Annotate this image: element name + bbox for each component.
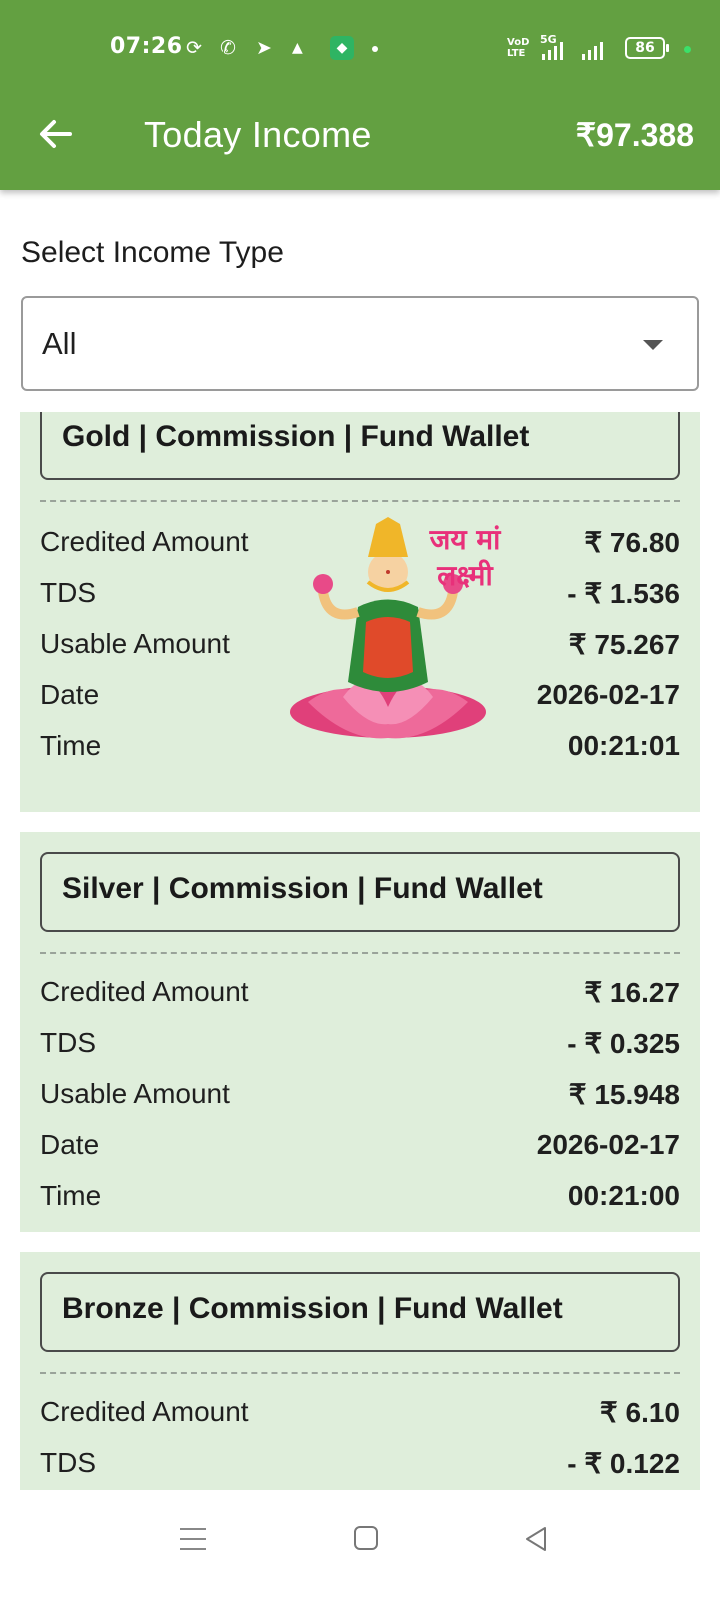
date-row: Date 2026-02-17 [40,1129,680,1160]
battery-icon: 86 [625,37,669,59]
credited-amount-row: Credited Amount ₹ 16.27 [40,976,680,1008]
volte-indicator: VoD LTE [507,37,530,59]
time-row: Time 00:21:01 [40,730,680,761]
back-triangle-icon[interactable] [523,1526,549,1552]
income-card: Silver | Commission | Fund Wallet Credit… [20,832,700,1232]
income-type-dropdown[interactable]: All [21,296,699,391]
income-card-title: Gold | Commission | Fund Wallet [62,420,530,453]
credited-amount-row: Credited Amount ₹ 6.10 [40,1396,680,1428]
date-row: Date 2026-02-17 [40,679,680,710]
whatsapp-icon: ✆ [220,37,236,59]
divider [40,952,680,954]
income-list[interactable]: Gold | Commission | Fund Wallet जय मां ल… [0,412,720,1490]
income-type-label: Select Income Type [21,236,284,269]
recent-apps-icon[interactable] [180,1526,206,1552]
page-title: Today Income [144,114,372,155]
home-icon[interactable] [354,1526,378,1550]
triangle-app-icon: ▲ [292,40,303,56]
sync-icon: ⟳ [186,37,202,59]
chevron-down-icon [643,340,663,350]
income-type-selected: All [42,326,77,361]
status-bar: 07:26 ⟳ ✆ ➤ ▲ ◆ VoD LTE 5G 86 [0,28,720,68]
tds-row: TDS - ₹ 1.536 [40,577,680,609]
tds-row: TDS - ₹ 0.325 [40,1027,680,1059]
privacy-indicator-icon [684,46,691,53]
notification-dot-icon [372,46,378,52]
app-bar: Today Income ₹97.388 [0,100,720,172]
system-nav-bar [0,1490,720,1600]
status-time: 07:26 [110,34,183,59]
income-card: Bronze | Commission | Fund Wallet Credit… [20,1252,700,1490]
signal-sim1-icon [542,42,572,60]
divider [40,500,680,502]
signal-sim2-icon [582,42,612,60]
wallet-balance: ₹97.388 [575,117,694,153]
usable-amount-row: Usable Amount ₹ 75.267 [40,628,680,660]
telegram-icon: ➤ [256,37,272,59]
divider [40,1372,680,1374]
app-header: 07:26 ⟳ ✆ ➤ ▲ ◆ VoD LTE 5G 86 Today Inco… [0,0,720,190]
income-card-header: Bronze | Commission | Fund Wallet [40,1272,680,1352]
income-card: Gold | Commission | Fund Wallet जय मां ल… [20,412,700,812]
income-card-header: Silver | Commission | Fund Wallet [40,852,680,932]
income-card-header: Gold | Commission | Fund Wallet [40,412,680,480]
time-row: Time 00:21:00 [40,1180,680,1211]
income-card-title: Silver | Commission | Fund Wallet [62,872,543,905]
tds-row: TDS - ₹ 0.122 [40,1447,680,1479]
credited-amount-row: Credited Amount ₹ 76.80 [40,526,680,558]
usable-amount-row: Usable Amount ₹ 15.948 [40,1078,680,1110]
shield-icon: ◆ [330,36,354,60]
income-card-title: Bronze | Commission | Fund Wallet [62,1292,563,1325]
back-arrow-icon[interactable] [34,112,78,156]
